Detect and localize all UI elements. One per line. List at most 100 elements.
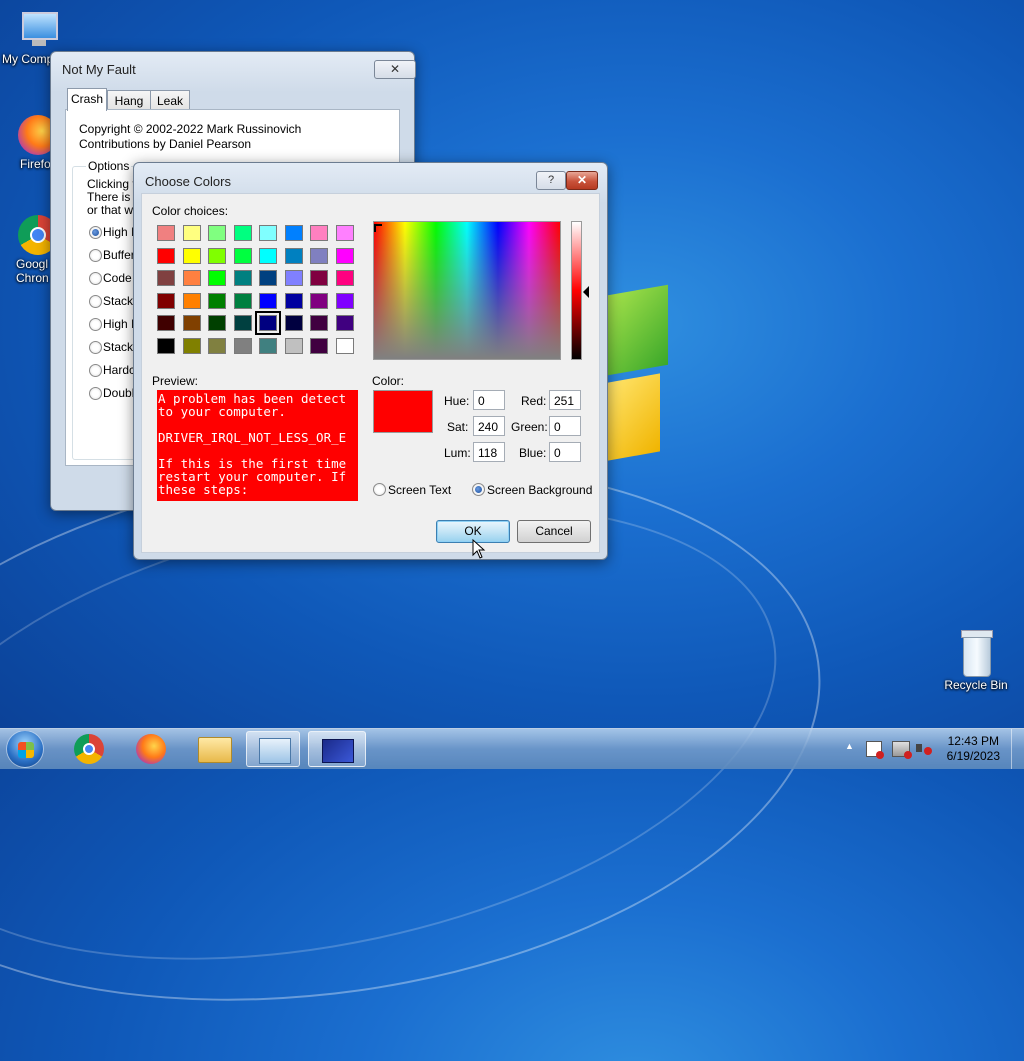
crash-option-radio[interactable] bbox=[89, 341, 102, 354]
color-swatch[interactable] bbox=[182, 315, 201, 331]
color-swatch[interactable] bbox=[310, 292, 328, 309]
screen-background-radio[interactable] bbox=[472, 483, 485, 496]
color-swatch[interactable] bbox=[310, 247, 328, 264]
color-swatch[interactable] bbox=[284, 247, 303, 264]
taskbar-chrome-button[interactable] bbox=[62, 731, 116, 767]
crash-option-radio[interactable] bbox=[89, 387, 102, 400]
color-swatch[interactable] bbox=[208, 270, 226, 286]
windows-logo-icon bbox=[18, 742, 34, 758]
network-icon[interactable] bbox=[892, 741, 912, 759]
screen-text-label[interactable]: Screen Text bbox=[388, 483, 451, 497]
tab-hang[interactable]: Hang bbox=[107, 90, 151, 111]
crash-option-radio[interactable] bbox=[89, 226, 102, 239]
color-label: Color: bbox=[372, 374, 405, 388]
color-swatch[interactable] bbox=[335, 292, 354, 309]
color-swatch[interactable] bbox=[310, 337, 328, 354]
green-field[interactable]: 0 bbox=[549, 416, 581, 436]
copyright-text: Copyright © 2002-2022 Mark Russinovich bbox=[79, 122, 302, 136]
color-swatch[interactable] bbox=[157, 225, 175, 241]
crash-option-label[interactable]: Stack bbox=[103, 340, 133, 354]
red-field[interactable]: 251 bbox=[549, 390, 581, 410]
blue-field[interactable]: 0 bbox=[549, 442, 581, 462]
sat-field[interactable]: 240 bbox=[473, 416, 505, 436]
color-swatch[interactable] bbox=[310, 225, 328, 241]
color-spectrum[interactable] bbox=[373, 221, 561, 360]
lum-field[interactable]: 118 bbox=[473, 442, 505, 462]
color-swatch[interactable] bbox=[157, 247, 175, 264]
color-swatch[interactable] bbox=[284, 337, 303, 354]
color-swatch[interactable] bbox=[208, 225, 226, 241]
color-swatch[interactable] bbox=[157, 292, 175, 309]
color-swatch[interactable] bbox=[259, 292, 277, 309]
color-swatch[interactable] bbox=[284, 292, 303, 309]
cancel-button[interactable]: Cancel bbox=[517, 520, 591, 543]
firefox-icon bbox=[136, 734, 166, 764]
color-swatch[interactable] bbox=[182, 270, 201, 286]
preview-label: Preview: bbox=[152, 374, 199, 388]
color-swatch[interactable] bbox=[335, 337, 354, 354]
options-label: Options bbox=[86, 159, 132, 173]
color-swatch[interactable] bbox=[284, 225, 303, 241]
tab-leak[interactable]: Leak bbox=[150, 90, 190, 111]
color-swatch[interactable] bbox=[157, 337, 175, 354]
color-swatch[interactable] bbox=[310, 270, 328, 286]
crash-option-radio[interactable] bbox=[89, 272, 102, 285]
crash-option-label[interactable]: Stack bbox=[103, 294, 133, 308]
color-swatch[interactable] bbox=[335, 315, 354, 331]
color-swatch[interactable] bbox=[233, 270, 252, 286]
color-swatch[interactable] bbox=[157, 315, 175, 331]
show-desktop-button[interactable] bbox=[1011, 729, 1024, 769]
color-swatch[interactable] bbox=[284, 270, 303, 286]
color-swatch[interactable] bbox=[259, 225, 277, 241]
color-swatch[interactable] bbox=[335, 247, 354, 264]
crash-option-radio[interactable] bbox=[89, 364, 102, 377]
color-swatch[interactable] bbox=[208, 315, 226, 331]
screen-text-radio[interactable] bbox=[373, 483, 386, 496]
taskbar-explorer-button[interactable] bbox=[186, 731, 240, 767]
color-swatch[interactable] bbox=[208, 247, 226, 264]
crash-option-radio[interactable] bbox=[89, 318, 102, 331]
color-swatch[interactable] bbox=[259, 270, 277, 286]
color-swatch[interactable] bbox=[208, 337, 226, 354]
color-swatch[interactable] bbox=[335, 225, 354, 241]
tab-crash[interactable]: Crash bbox=[67, 88, 107, 111]
luminance-arrow-icon[interactable] bbox=[583, 286, 589, 298]
crash-option-radio[interactable] bbox=[89, 249, 102, 262]
color-swatch[interactable] bbox=[157, 270, 175, 286]
action-center-icon[interactable] bbox=[866, 741, 884, 759]
color-swatch[interactable] bbox=[233, 337, 252, 354]
color-swatch[interactable] bbox=[182, 292, 201, 309]
taskbar-firefox-button[interactable] bbox=[124, 731, 178, 767]
desktop-icon-recycle-bin[interactable]: Recycle Bin bbox=[938, 630, 1014, 692]
color-swatch[interactable] bbox=[310, 315, 328, 331]
color-swatch[interactable] bbox=[182, 225, 201, 241]
color-swatch[interactable] bbox=[233, 315, 252, 331]
volume-muted-icon[interactable] bbox=[916, 741, 932, 755]
color-swatch[interactable] bbox=[255, 311, 281, 335]
color-swatch[interactable] bbox=[182, 247, 201, 264]
luminance-slider[interactable] bbox=[571, 221, 582, 360]
color-swatch[interactable] bbox=[284, 315, 303, 331]
close-button[interactable]: ✕ bbox=[374, 60, 416, 79]
crash-option-label[interactable]: Buffer bbox=[103, 248, 135, 262]
screen-background-label[interactable]: Screen Background bbox=[487, 483, 592, 497]
hue-field[interactable]: 0 bbox=[473, 390, 505, 410]
color-swatch[interactable] bbox=[259, 247, 277, 264]
color-swatch[interactable] bbox=[335, 270, 354, 286]
help-icon: ? bbox=[547, 174, 555, 186]
color-swatch[interactable] bbox=[233, 247, 252, 264]
color-swatch[interactable] bbox=[259, 337, 277, 354]
taskbar-choose-colors-button[interactable] bbox=[308, 731, 366, 767]
color-swatch[interactable] bbox=[233, 292, 252, 309]
help-button[interactable]: ? bbox=[536, 171, 566, 190]
taskbar-notmyfault-button[interactable] bbox=[246, 731, 300, 767]
color-swatch[interactable] bbox=[208, 292, 226, 309]
close-button[interactable]: ✕ bbox=[566, 171, 598, 190]
windows-logo-pane-yellow bbox=[608, 373, 660, 461]
start-button[interactable] bbox=[6, 730, 44, 768]
clock[interactable]: 12:43 PM 6/19/2023 bbox=[947, 734, 1000, 764]
color-swatch[interactable] bbox=[182, 337, 201, 354]
tray-expand-icon[interactable]: ▲ bbox=[845, 741, 854, 751]
crash-option-radio[interactable] bbox=[89, 295, 102, 308]
color-swatch[interactable] bbox=[233, 225, 252, 241]
